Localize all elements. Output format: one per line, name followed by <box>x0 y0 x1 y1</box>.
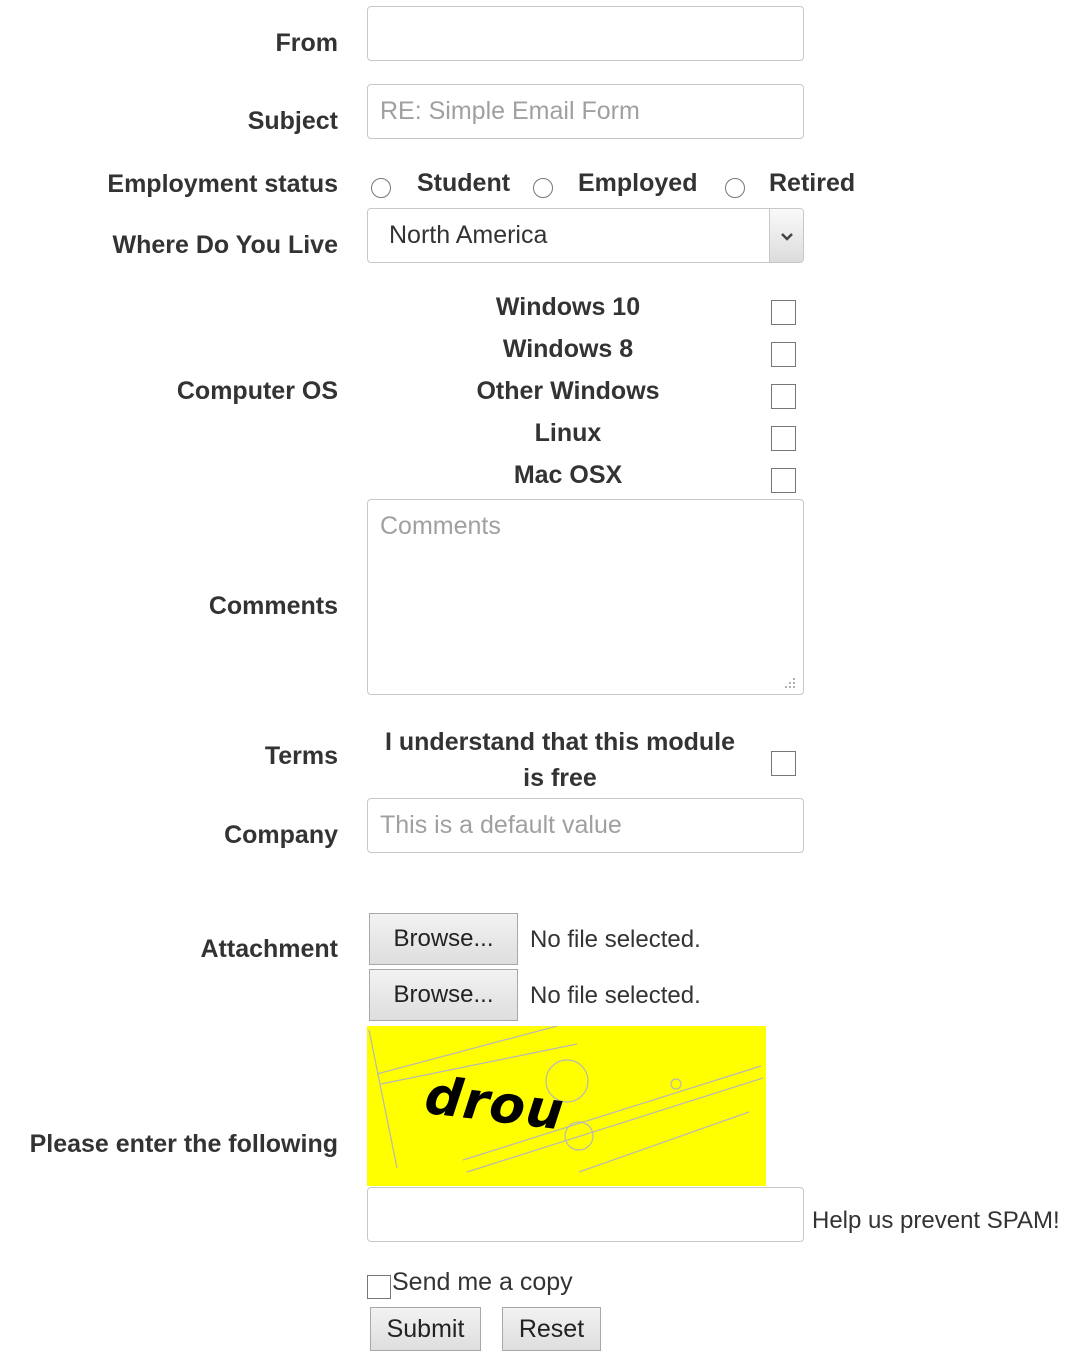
send-copy-checkbox[interactable] <box>367 1275 391 1299</box>
subject-field[interactable] <box>367 84 804 139</box>
comments-label: Comments <box>208 592 338 620</box>
os-checkbox-linux[interactable] <box>771 426 796 451</box>
captcha-input[interactable] <box>367 1187 804 1242</box>
location-label: Where Do You Live <box>112 231 338 259</box>
company-label: Company <box>224 821 338 849</box>
browse-button[interactable]: Browse... <box>369 913 518 965</box>
radio-retired[interactable] <box>725 178 745 198</box>
from-field[interactable] <box>367 6 804 61</box>
terms-label: Terms <box>264 742 338 770</box>
radio-employed[interactable] <box>533 178 553 198</box>
resize-handle-icon[interactable] <box>783 676 797 690</box>
radio-student-label: Student <box>417 169 511 197</box>
os-option-label: Windows 10 <box>495 293 641 321</box>
os-checkbox-windows-10[interactable] <box>771 300 796 325</box>
subject-label: Subject <box>247 107 338 135</box>
send-copy-label: Send me a copy <box>392 1268 573 1296</box>
captcha-help-text: Help us prevent SPAM! <box>812 1207 1060 1234</box>
employment-label: Employment status <box>107 170 338 198</box>
comments-field[interactable] <box>367 499 804 695</box>
captcha-image: drou <box>367 1026 766 1186</box>
from-label: From <box>275 29 339 57</box>
radio-employed-label: Employed <box>578 169 698 197</box>
attachment-label: Attachment <box>200 935 338 963</box>
location-select[interactable]: North America <box>367 208 804 263</box>
radio-retired-label: Retired <box>769 169 856 197</box>
browse-button[interactable]: Browse... <box>369 969 518 1021</box>
terms-text: I understand that this module is free <box>376 724 744 796</box>
captcha-label: Please enter the following <box>29 1130 338 1158</box>
os-option-label: Windows 8 <box>502 335 634 363</box>
terms-checkbox[interactable] <box>771 751 796 776</box>
reset-button[interactable]: Reset <box>502 1307 601 1351</box>
os-option-label: Mac OSX <box>513 461 623 489</box>
os-option-label: Other Windows <box>476 377 660 405</box>
computer-os-label: Computer OS <box>176 377 338 405</box>
file-status: No file selected. <box>530 982 701 1009</box>
chevron-down-icon[interactable] <box>769 209 803 262</box>
submit-button[interactable]: Submit <box>370 1307 481 1351</box>
radio-student[interactable] <box>371 178 391 198</box>
terms-text-line1: I understand that this module <box>384 728 735 756</box>
os-checkbox-mac-osx[interactable] <box>771 468 796 493</box>
file-status: No file selected. <box>530 926 701 953</box>
company-field[interactable] <box>367 798 804 853</box>
os-checkbox-other-windows[interactable] <box>771 384 796 409</box>
terms-text-line2: is free <box>523 764 597 792</box>
os-checkbox-windows-8[interactable] <box>771 342 796 367</box>
os-option-label: Linux <box>534 419 602 447</box>
location-selected-value: North America <box>389 221 548 249</box>
